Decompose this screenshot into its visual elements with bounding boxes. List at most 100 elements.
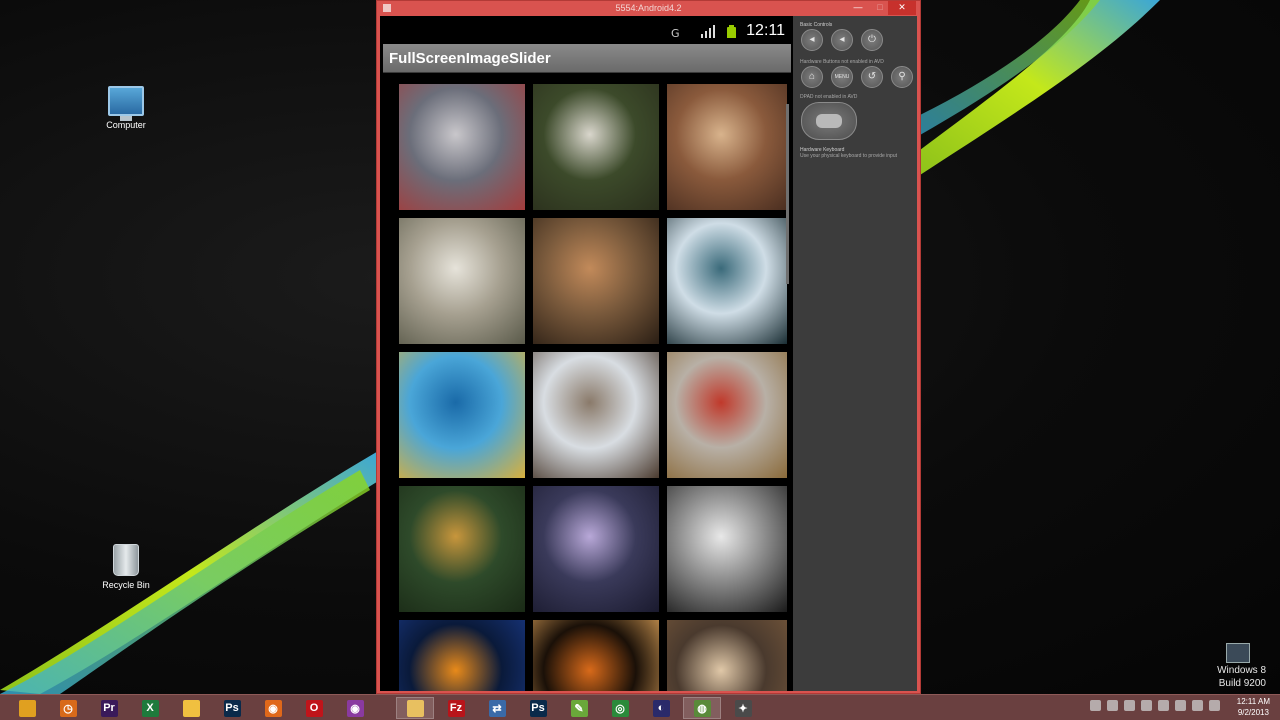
windows-version-watermark: Windows 8 Build 9200: [1217, 664, 1266, 690]
premiere-icon: Pr: [100, 699, 118, 717]
phone-screen[interactable]: G 12:11 FullScreenImageSlider: [383, 18, 791, 691]
volume-up-button[interactable]: ◂: [831, 29, 853, 51]
taskbar-photoshop-button[interactable]: Ps: [213, 697, 251, 719]
taskbar-network-button[interactable]: ⇄: [478, 697, 516, 719]
windows-version: Windows 8: [1217, 665, 1266, 676]
thumbnail-face-paint-portrait[interactable]: [399, 84, 525, 210]
explorer-icon: [18, 699, 36, 717]
thumbnail-sea-dragon[interactable]: [399, 352, 525, 478]
action-center-icon[interactable]: [1226, 643, 1250, 663]
thumbnail-fireworks[interactable]: [533, 620, 659, 691]
desktop-icon-label: Recycle Bin: [102, 580, 150, 590]
app-action-bar: FullScreenImageSlider: [383, 44, 791, 73]
eclipse-icon: ◐: [652, 699, 670, 717]
clock-time: 12:11 AM: [1236, 697, 1270, 706]
network-icon: ⇄: [488, 699, 506, 717]
tray-network-icon[interactable]: [1141, 700, 1152, 711]
thumbnail-monkeys[interactable]: [667, 84, 787, 210]
battery-icon: [727, 25, 736, 38]
scrollbar[interactable]: [786, 104, 789, 284]
taskbar-android-emulator-button[interactable]: ◍: [683, 697, 721, 719]
taskbar-browser-purple-button[interactable]: ◉: [336, 697, 374, 719]
search-button[interactable]: ⚲: [891, 66, 913, 88]
thumbnail-lightning[interactable]: [533, 486, 659, 612]
notepad-icon: ✎: [570, 699, 588, 717]
taskbar-filezilla-button[interactable]: Fz: [437, 697, 475, 719]
tray-display-icon[interactable]: [1175, 700, 1186, 711]
tray-arrow-icon[interactable]: [1090, 700, 1101, 711]
file-explorer-icon: [406, 699, 424, 717]
taskbar-notepad-button[interactable]: ✎: [560, 697, 598, 719]
clock-date: 9/2/2013: [1237, 708, 1269, 717]
menu-button[interactable]: MENU: [831, 66, 853, 88]
status-clock: 12:11: [746, 22, 785, 39]
chrome-icon: ◎: [611, 699, 629, 717]
system-tray: [1090, 700, 1220, 711]
thumbnail-rooster[interactable]: [667, 352, 787, 478]
minimize-button[interactable]: —: [848, 1, 868, 15]
dpad-control[interactable]: [801, 102, 857, 140]
taskbar-excel-button[interactable]: X: [131, 697, 169, 719]
tray-volume-icon[interactable]: [1209, 700, 1220, 711]
signal-strength-icon: G: [671, 27, 680, 38]
thumbnail-mustache-man[interactable]: [533, 218, 659, 344]
taskbar: ◷ Pr X Ps ◉ O ◉ Fz ⇄ Ps ✎ ◎ ◐ ◍ ✦ 12:11 AM 9/2/2013: [0, 694, 1280, 720]
tray-flag-icon[interactable]: [1158, 700, 1169, 711]
close-button[interactable]: ✕: [888, 1, 916, 15]
taskbar-clock[interactable]: 12:11 AM 9/2/2013: [1237, 696, 1270, 718]
taskbar-file-explorer-button[interactable]: [396, 697, 434, 719]
app-title: FullScreenImageSlider: [389, 50, 551, 67]
computer-icon: [108, 86, 144, 121]
excel-icon: X: [141, 699, 159, 717]
desktop-icon-computer[interactable]: Computer: [96, 86, 156, 130]
taskbar-premiere-button[interactable]: Pr: [90, 697, 128, 719]
cell-signal-icon: [701, 25, 715, 38]
taskbar-chrome-button[interactable]: ◎: [601, 697, 639, 719]
thumbnail-jaguar[interactable]: [399, 486, 525, 612]
recycle-bin-icon: [113, 544, 139, 576]
taskbar-sdk-manager-button[interactable]: ✦: [724, 697, 762, 719]
thumbnail-white-horse[interactable]: [533, 84, 659, 210]
basic-controls-heading: Basic Controls: [800, 22, 833, 28]
thumbnail-owl[interactable]: [533, 352, 659, 478]
tray-android-icon[interactable]: [1124, 700, 1135, 711]
thumbnail-diver-shark[interactable]: [667, 218, 787, 344]
desktop-icon-recycle-bin[interactable]: Recycle Bin: [96, 544, 156, 590]
image-grid[interactable]: [399, 84, 789, 691]
thumbnail-fire-ring[interactable]: [399, 620, 525, 691]
svg-text:G: G: [671, 27, 680, 38]
taskbar-clock-app-button[interactable]: ◷: [49, 697, 87, 719]
thumbnail-couple[interactable]: [667, 620, 787, 691]
taskbar-eclipse-button[interactable]: ◐: [642, 697, 680, 719]
window-app-icon[interactable]: [383, 4, 391, 12]
taskbar-opera-button[interactable]: O: [295, 697, 333, 719]
volume-down-button[interactable]: ◂: [801, 29, 823, 51]
emulator-body: G 12:11 FullScreenImageSlider Basic Cont…: [380, 16, 917, 691]
sdk-manager-icon: ✦: [734, 699, 752, 717]
hardware-keyboard-note: Use your physical keyboard to provide in…: [800, 153, 897, 159]
back-button[interactable]: ↺: [861, 66, 883, 88]
taskbar-firefox-button[interactable]: ◉: [254, 697, 292, 719]
clock-app-icon: ◷: [59, 699, 77, 717]
taskbar-photoshop-2-button[interactable]: Ps: [519, 697, 557, 719]
tray-signal-icon[interactable]: [1192, 700, 1203, 711]
power-button[interactable]: ⏻: [861, 29, 883, 51]
opera-icon: O: [305, 699, 323, 717]
window-title: 5554:Android4.2: [615, 3, 682, 13]
taskbar-explorer-button[interactable]: [8, 697, 46, 719]
windows-build: Build 9200: [1218, 678, 1266, 689]
home-button[interactable]: ⌂: [801, 66, 823, 88]
tray-utorrent-icon[interactable]: [1107, 700, 1118, 711]
emulator-window: 5554:Android4.2 — □ ✕ G 12:11 FullScreen…: [376, 0, 921, 694]
maximize-button[interactable]: □: [870, 1, 890, 15]
emulator-controls-panel: Basic Controls ◂ ◂ ⏻ Hardware Buttons no…: [793, 16, 917, 691]
photoshop-icon: Ps: [223, 699, 241, 717]
thumbnail-zebras[interactable]: [667, 486, 787, 612]
taskbar-folder-button[interactable]: [172, 697, 210, 719]
thumbnail-tree-storm[interactable]: [399, 218, 525, 344]
filezilla-icon: Fz: [447, 699, 465, 717]
emulator-titlebar[interactable]: 5554:Android4.2 — □ ✕: [377, 1, 920, 16]
dpad-note: DPAD not enabled in AVD: [800, 94, 858, 100]
hardware-buttons-note: Hardware Buttons not enabled in AVD: [800, 59, 884, 65]
desktop-icon-label: Computer: [106, 120, 146, 130]
